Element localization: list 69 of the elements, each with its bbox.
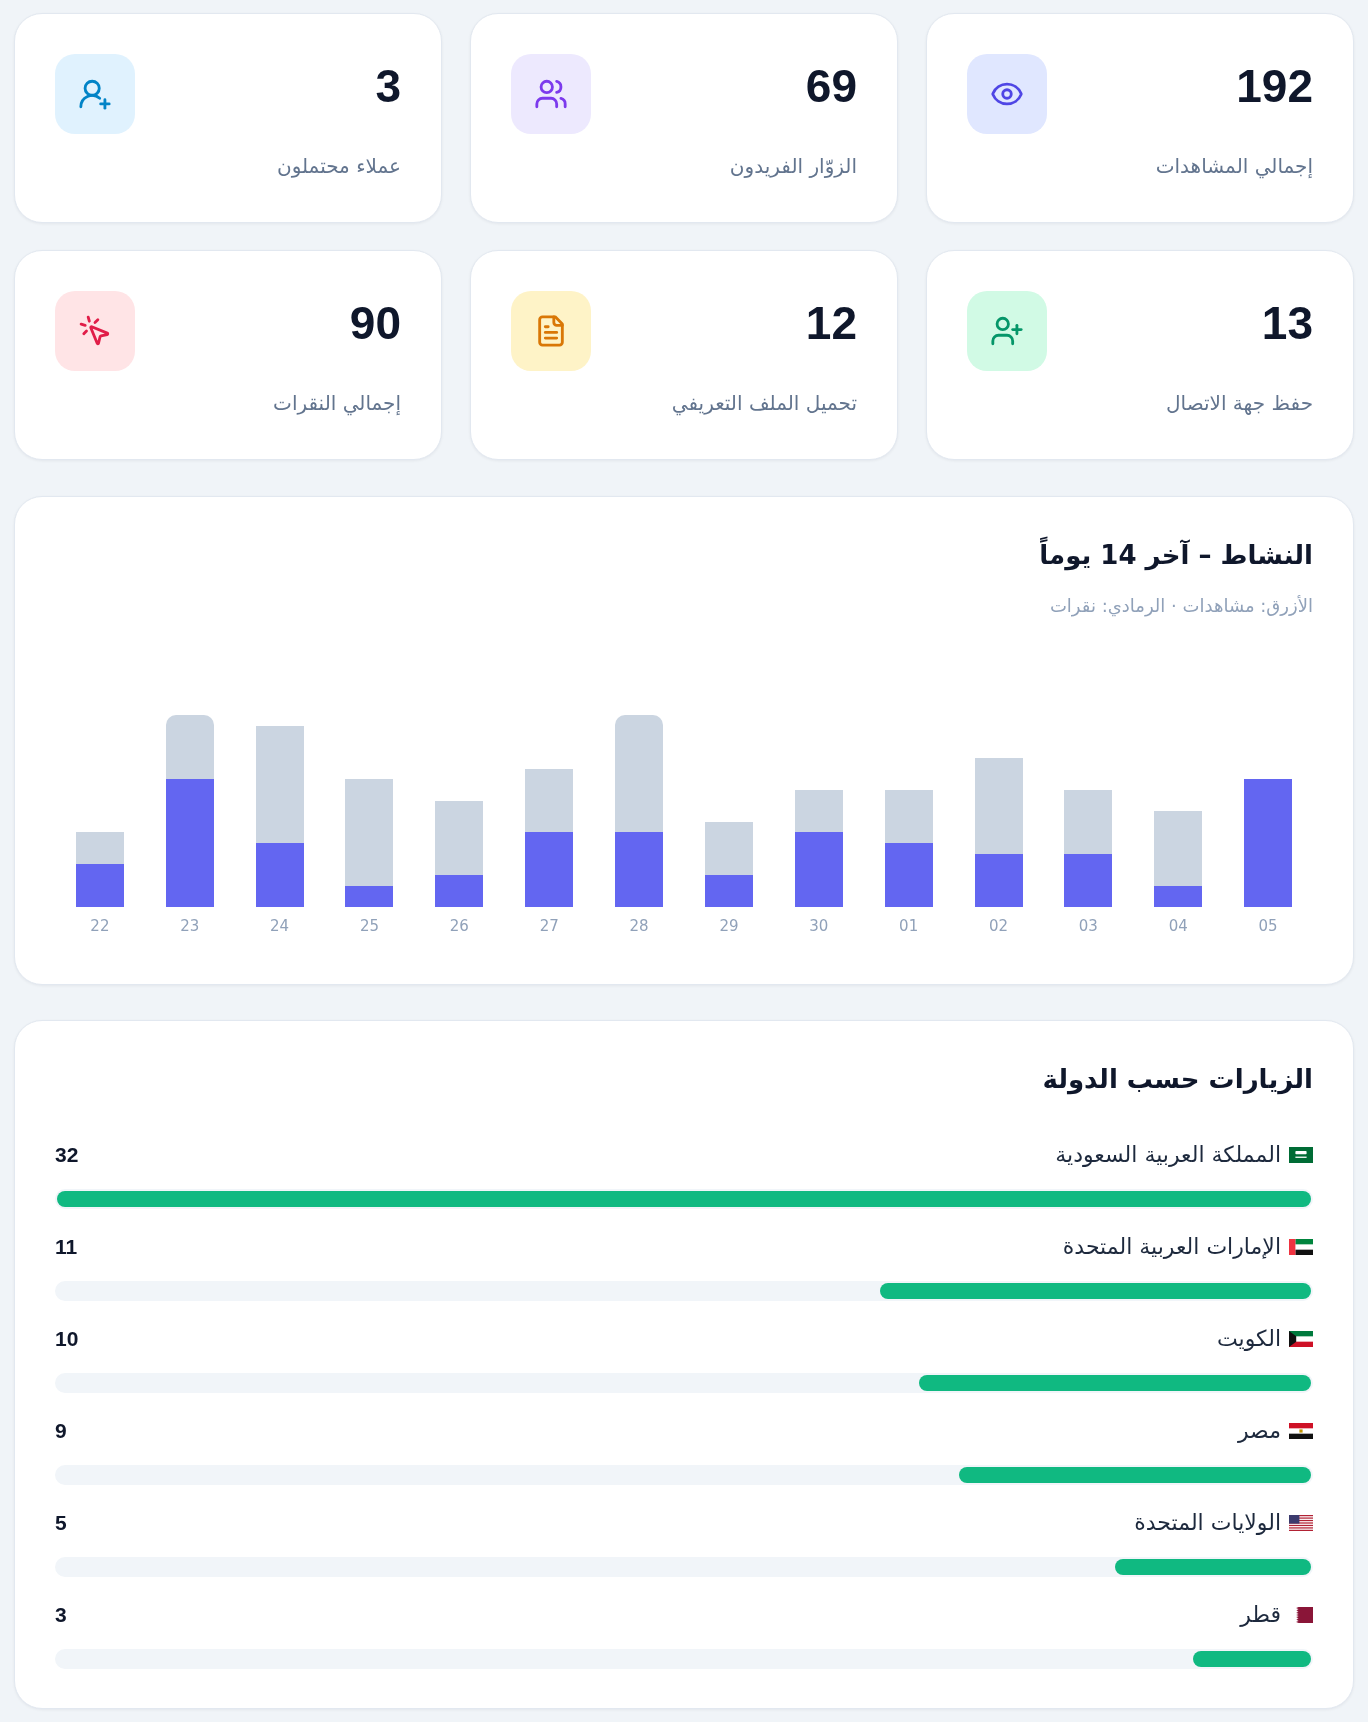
stat-label: الزوّار الفريدون bbox=[729, 153, 857, 180]
user-plus-icon bbox=[55, 54, 135, 134]
stat-value: 90 bbox=[349, 300, 401, 346]
views-bar bbox=[1064, 853, 1113, 907]
document-icon bbox=[511, 291, 591, 371]
country-name: الولايات المتحدة bbox=[1134, 1509, 1281, 1537]
clicks-bar bbox=[1064, 789, 1113, 854]
day-label: 22 bbox=[90, 916, 110, 936]
clicks-bar bbox=[165, 715, 214, 780]
country-name: الإمارات العربية المتحدة bbox=[1062, 1233, 1281, 1261]
flag-icon bbox=[1289, 1515, 1313, 1531]
country-name: مصر bbox=[1238, 1417, 1281, 1445]
clicks-bar bbox=[884, 789, 933, 844]
country-name: المملكة العربية السعودية bbox=[1055, 1141, 1281, 1169]
day-label: 05 bbox=[1258, 916, 1278, 936]
views-bar bbox=[884, 843, 933, 907]
stat-label: عملاء محتملون bbox=[276, 153, 401, 180]
user-plus-icon bbox=[967, 291, 1047, 371]
clicks-bar bbox=[525, 768, 574, 833]
flag-icon bbox=[1289, 1147, 1313, 1163]
flag-icon bbox=[1289, 1331, 1313, 1347]
flag-icon bbox=[1289, 1607, 1313, 1623]
day-label: 03 bbox=[1078, 916, 1098, 936]
stat-value: 192 bbox=[1236, 63, 1313, 109]
day-label: 27 bbox=[539, 916, 559, 936]
views-bar bbox=[435, 875, 484, 907]
visit-count: 3 bbox=[55, 1602, 67, 1628]
visit-count: 11 bbox=[55, 1234, 78, 1260]
views-bar bbox=[704, 875, 753, 907]
stat-value: 69 bbox=[805, 63, 857, 109]
stat-label: إجمالي النقرات bbox=[273, 390, 401, 417]
stat-value: 12 bbox=[805, 300, 857, 346]
day-label: 28 bbox=[629, 916, 649, 936]
section-title: الزيارات حسب الدولة bbox=[1042, 1063, 1313, 1097]
day-label: 04 bbox=[1168, 916, 1188, 936]
country-name: الكويت bbox=[1216, 1325, 1281, 1353]
stat-label: إجمالي المشاهدات bbox=[1155, 153, 1313, 180]
cursor-click-icon bbox=[55, 291, 135, 371]
day-label: 02 bbox=[988, 916, 1009, 936]
chart-title: النشاط – آخر 14 يوماً bbox=[1039, 537, 1313, 573]
eye-icon bbox=[967, 54, 1047, 134]
day-label: 01 bbox=[899, 916, 919, 936]
day-label: 26 bbox=[449, 916, 469, 936]
views-bar bbox=[974, 853, 1023, 907]
flag-icon bbox=[1289, 1423, 1313, 1439]
flag-icon bbox=[1289, 1239, 1313, 1255]
clicks-bar bbox=[704, 821, 753, 876]
views-bar bbox=[255, 843, 304, 907]
visit-count: 32 bbox=[55, 1142, 79, 1168]
stat-label: تحميل الملف التعريفي bbox=[671, 390, 857, 417]
stat-label: حفظ جهة الاتصال bbox=[1166, 390, 1313, 417]
country-name: قطر bbox=[1240, 1601, 1281, 1629]
views-bar bbox=[75, 864, 124, 907]
views-bar bbox=[1154, 885, 1203, 907]
chart-legend: الأزرق: مشاهدات · الرمادي: نقرات bbox=[1049, 592, 1313, 620]
day-label: 25 bbox=[359, 916, 380, 936]
day-label: 30 bbox=[809, 916, 829, 936]
users-icon bbox=[511, 54, 591, 134]
visit-count: 10 bbox=[55, 1326, 79, 1352]
day-label: 24 bbox=[270, 916, 290, 936]
clicks-bar bbox=[75, 832, 124, 865]
stat-value: 3 bbox=[375, 63, 401, 109]
views-bar bbox=[345, 885, 394, 907]
visit-count: 5 bbox=[55, 1510, 67, 1536]
stat-value: 13 bbox=[1261, 300, 1313, 346]
visit-count: 9 bbox=[55, 1418, 67, 1444]
day-label: 23 bbox=[180, 916, 200, 936]
clicks-bar bbox=[794, 789, 843, 833]
day-label: 29 bbox=[719, 916, 739, 936]
